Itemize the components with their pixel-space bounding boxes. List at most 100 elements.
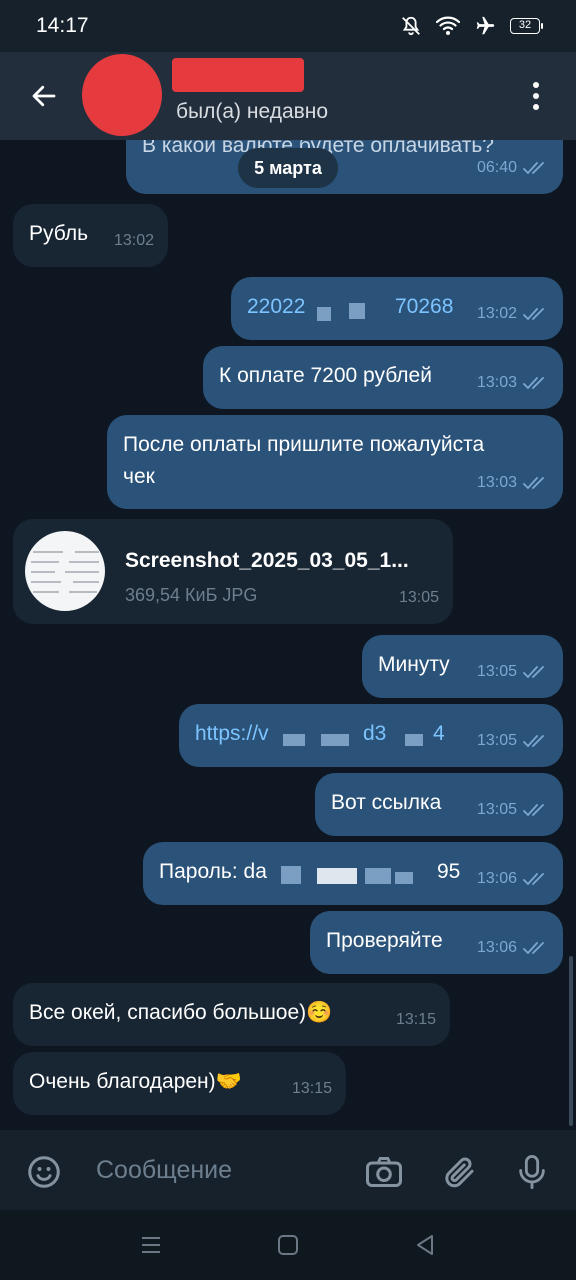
message-text: Минуту <box>378 653 450 676</box>
back-icon[interactable] <box>412 1232 438 1258</box>
attach-icon <box>445 1157 474 1188</box>
message-text-line2: чек <box>123 465 155 488</box>
message-time: 13:02 <box>476 305 517 322</box>
message-meta: 13:06 <box>477 863 549 895</box>
message-meta: 13:02 <box>114 225 154 257</box>
redaction-mark <box>281 866 301 884</box>
menu-icon[interactable] <box>138 1232 164 1258</box>
double-check-icon <box>523 873 544 886</box>
mute-bell-icon <box>402 16 420 36</box>
message-time: 06:40 <box>476 159 517 176</box>
password-start: Пароль: da <box>159 860 267 883</box>
redaction-mark <box>405 734 423 746</box>
message-bubble[interactable]: Минуту 13:05 <box>362 635 563 698</box>
message-bubble[interactable]: Все окей, спасибо большое)☺️ 13:15 <box>13 983 450 1046</box>
status-time: 14:17 <box>36 14 89 37</box>
contact-status: был(а) недавно <box>176 100 329 123</box>
double-check-icon <box>523 308 544 321</box>
message-bubble[interactable]: 22022 70268 13:02 <box>231 277 563 340</box>
chat-header: был(а) недавно <box>0 52 576 140</box>
message-meta: 13:05 <box>399 582 439 614</box>
message-text: Все окей, спасибо большое)☺️ <box>29 1001 333 1024</box>
double-check-icon <box>523 804 544 817</box>
back-arrow-icon <box>32 85 56 107</box>
redaction-mark <box>283 734 305 746</box>
redaction-mark <box>365 868 391 884</box>
card-number-start[interactable]: 22022 <box>247 291 305 323</box>
double-check-icon <box>523 377 544 390</box>
message-meta: 13:05 <box>477 656 549 688</box>
message-text: Рубль <box>29 222 89 245</box>
avatar[interactable] <box>82 54 162 136</box>
file-thumbnail[interactable] <box>25 531 105 611</box>
card-number-end[interactable]: 70268 <box>395 291 453 323</box>
message-bubble[interactable]: Рубль 13:02 <box>13 204 168 267</box>
contact-name-redacted[interactable] <box>172 58 304 92</box>
message-input-bar: Сообщение <box>0 1130 576 1210</box>
message-meta: 13:05 <box>477 794 549 826</box>
scrollbar-thumb[interactable] <box>569 956 573 1126</box>
message-time: 13:02 <box>113 232 154 249</box>
message-text: Проверяйте <box>326 929 443 952</box>
status-bar: 14:17 32 <box>0 0 576 52</box>
message-time: 13:06 <box>476 939 517 956</box>
message-list[interactable]: В какой валюте будете оплачивать? 06:40 … <box>0 140 576 1130</box>
more-options-button[interactable] <box>518 78 554 114</box>
emoji-button[interactable] <box>24 1152 64 1192</box>
redaction-mark <box>395 872 413 884</box>
redaction-mark <box>317 868 357 884</box>
message-meta: 13:15 <box>292 1073 332 1105</box>
mic-icon <box>519 1155 545 1189</box>
message-meta: 13:03 <box>477 467 549 499</box>
message-time: 13:03 <box>476 474 517 491</box>
message-time: 13:05 <box>476 801 517 818</box>
link-end[interactable]: 4 <box>433 718 445 750</box>
file-size: 369,54 КиБ JPG <box>125 585 258 605</box>
camera-icon <box>366 1157 402 1187</box>
double-check-icon <box>523 477 544 490</box>
wifi-icon <box>436 16 460 35</box>
message-meta: 13:05 <box>477 725 549 757</box>
double-check-icon <box>523 942 544 955</box>
status-icons: 32 <box>400 15 543 37</box>
message-meta: 13:02 <box>477 298 549 330</box>
message-time: 13:15 <box>395 1011 436 1028</box>
message-text-line1: После оплаты пришлите пожалуйста <box>123 433 485 456</box>
voice-record-button[interactable] <box>512 1152 552 1192</box>
redaction-mark <box>317 307 331 321</box>
camera-button[interactable] <box>364 1152 404 1192</box>
file-name[interactable]: Screenshot_2025_03_05_1... <box>125 545 409 577</box>
message-bubble[interactable]: Проверяйте 13:06 <box>310 911 563 974</box>
link-mid[interactable]: d3 <box>363 718 386 750</box>
message-meta: 06:40 <box>477 152 549 184</box>
message-meta: 13:15 <box>396 1004 436 1036</box>
message-bubble[interactable]: В какой валюте будете оплачивать? 06:40 <box>126 140 563 194</box>
message-text: К оплате 7200 рублей <box>219 364 432 387</box>
message-input[interactable]: Сообщение <box>96 1150 346 1190</box>
file-message[interactable]: Screenshot_2025_03_05_1... 369,54 КиБ JP… <box>13 519 453 624</box>
date-divider: 5 марта <box>238 148 338 188</box>
back-button[interactable] <box>16 68 72 124</box>
message-bubble[interactable]: Пароль: da 95 13:06 <box>143 842 563 905</box>
message-bubble[interactable]: К оплате 7200 рублей 13:03 <box>203 346 563 409</box>
message-text: Вот ссылка <box>331 791 442 814</box>
message-text: Очень благодарен)🤝 <box>29 1070 242 1093</box>
more-vert-icon <box>533 82 539 88</box>
message-bubble[interactable]: После оплаты пришлите пожалуйста чек 13:… <box>107 415 563 509</box>
airplane-icon <box>476 16 495 35</box>
message-meta: 13:03 <box>477 367 549 399</box>
home-icon[interactable] <box>275 1232 301 1258</box>
double-check-icon <box>523 735 544 748</box>
message-bubble[interactable]: https://v d3 4 13:05 <box>179 704 563 767</box>
message-bubble[interactable]: Вот ссылка 13:05 <box>315 773 563 836</box>
message-time: 13:03 <box>476 374 517 391</box>
password-end: 95 <box>437 860 461 883</box>
message-time: 13:05 <box>398 589 439 606</box>
message-time: 13:05 <box>476 732 517 749</box>
link-start[interactable]: https://v <box>195 718 269 750</box>
double-check-icon <box>523 162 544 175</box>
attach-button[interactable] <box>440 1152 480 1192</box>
redaction-mark <box>321 734 349 746</box>
system-nav-bar <box>0 1210 576 1280</box>
message-bubble[interactable]: Очень благодарен)🤝 13:15 <box>13 1052 346 1115</box>
